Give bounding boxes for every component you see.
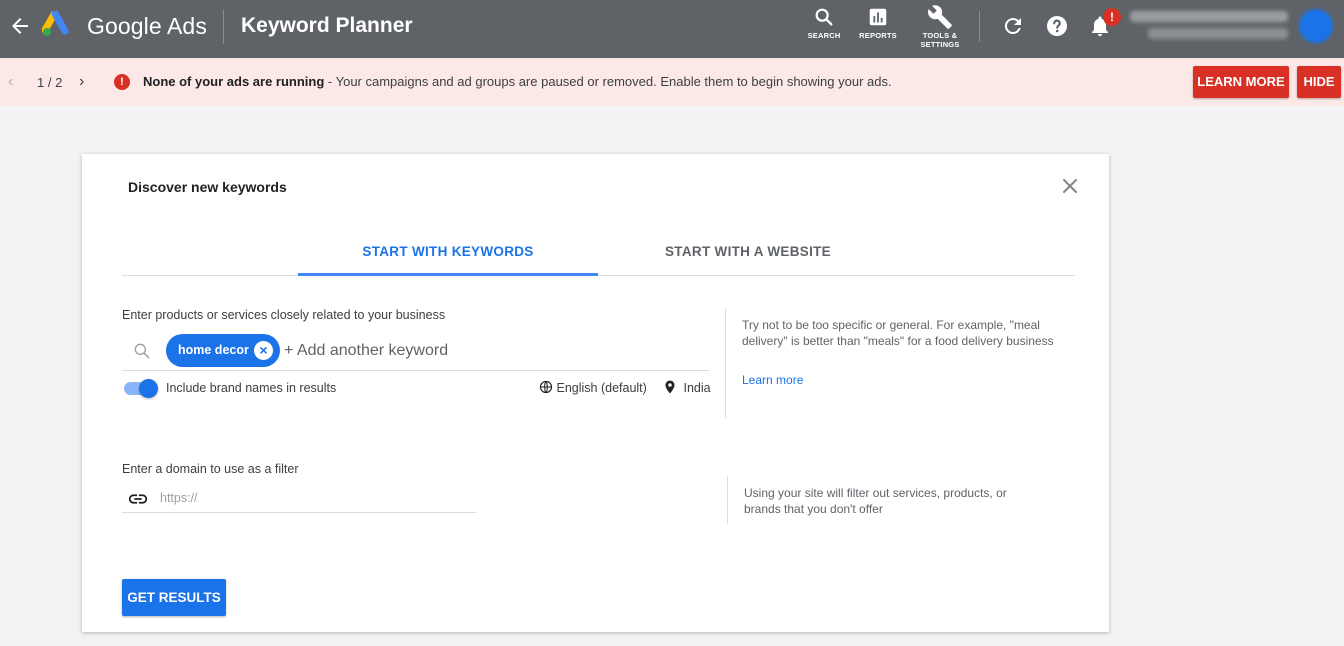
tools-settings-label-2: SETTINGS xyxy=(920,40,960,49)
domain-label: Enter a domain to use as a filter xyxy=(122,462,299,476)
tools-settings-label-1: TOOLS & xyxy=(922,31,958,40)
active-tab-indicator xyxy=(298,273,598,276)
reports-tool-label: REPORTS xyxy=(859,31,897,40)
location-selector[interactable]: India xyxy=(664,380,711,395)
hide-button[interactable]: HIDE xyxy=(1297,66,1341,98)
account-info[interactable] xyxy=(1130,10,1292,44)
globe-icon xyxy=(539,380,553,394)
dialog-title: Discover new keywords xyxy=(128,179,287,195)
top-bar: Google Ads Keyword Planner SEARCH REPORT… xyxy=(0,0,1344,58)
next-alert-icon[interactable]: › xyxy=(79,73,84,91)
domain-tip-divider xyxy=(727,476,728,524)
keywords-label: Enter products or services closely relat… xyxy=(122,308,446,322)
account-id-blurred xyxy=(1130,11,1288,22)
close-icon[interactable] xyxy=(1058,174,1082,198)
link-icon xyxy=(128,494,148,504)
tab-start-with-keywords[interactable]: START WITH KEYWORDS xyxy=(298,244,598,259)
refresh-icon[interactable] xyxy=(1001,14,1025,38)
back-arrow-icon[interactable] xyxy=(8,14,32,38)
keyword-input-row[interactable]: home decor × + Add another keyword xyxy=(122,334,709,371)
reports-tool-button[interactable]: REPORTS xyxy=(857,6,899,40)
keyword-chip[interactable]: home decor × xyxy=(166,334,280,367)
alert-body: - Your campaigns and ad groups are pause… xyxy=(324,74,892,89)
search-tool-label: SEARCH xyxy=(807,31,841,40)
get-results-button[interactable]: GET RESULTS xyxy=(122,579,226,616)
location-pin-icon xyxy=(665,380,675,394)
learn-more-button[interactable]: LEARN MORE xyxy=(1193,66,1289,98)
search-icon xyxy=(815,8,833,26)
tab-start-with-website[interactable]: START WITH A WEBSITE xyxy=(598,244,898,259)
alert-pager: 1 / 2 xyxy=(37,75,63,90)
keyword-chip-label: home decor xyxy=(178,343,249,357)
domain-input-row xyxy=(122,484,476,513)
page-title: Keyword Planner xyxy=(241,14,413,37)
search-icon xyxy=(134,343,150,359)
alert-message: None of your ads are running - Your camp… xyxy=(143,74,892,89)
remove-chip-icon[interactable]: × xyxy=(254,341,273,360)
tip-divider xyxy=(725,308,726,418)
alert-bar: ‹ 1 / 2 › ! None of your ads are running… xyxy=(0,58,1344,106)
domain-tip: Using your site will filter out services… xyxy=(744,486,1007,516)
brand-names-toggle[interactable] xyxy=(122,379,158,398)
header-divider-right xyxy=(979,11,980,42)
tools-settings-button[interactable]: TOOLS & SETTINGS xyxy=(914,4,966,49)
notification-badge: ! xyxy=(1103,8,1121,26)
avatar[interactable] xyxy=(1299,9,1333,43)
toggle-knob xyxy=(139,379,158,398)
language-value: English (default) xyxy=(556,381,647,395)
learn-more-link[interactable]: Learn more xyxy=(742,373,803,387)
search-tool-button[interactable]: SEARCH xyxy=(804,6,844,40)
keyword-tip: Try not to be too specific or general. F… xyxy=(742,318,1054,348)
tabs-divider xyxy=(122,275,1075,276)
bar-chart-icon xyxy=(869,8,887,26)
header-divider xyxy=(223,10,224,44)
google-ads-logo-icon xyxy=(42,11,69,36)
alert-title: None of your ads are running xyxy=(143,74,325,89)
error-icon: ! xyxy=(114,74,130,90)
add-keyword-input[interactable]: + Add another keyword xyxy=(284,342,448,360)
previous-alert-icon[interactable]: ‹ xyxy=(8,73,13,91)
brand-name: Google Ads xyxy=(87,13,207,39)
discover-keywords-dialog: Discover new keywords START WITH KEYWORD… xyxy=(82,154,1109,632)
help-icon[interactable] xyxy=(1045,14,1069,38)
brand-names-label: Include brand names in results xyxy=(166,381,337,395)
wrench-icon xyxy=(928,5,952,29)
domain-input[interactable] xyxy=(160,488,460,508)
account-email-blurred xyxy=(1148,28,1288,39)
location-value: India xyxy=(683,381,711,395)
language-selector[interactable]: English (default) xyxy=(539,380,647,395)
